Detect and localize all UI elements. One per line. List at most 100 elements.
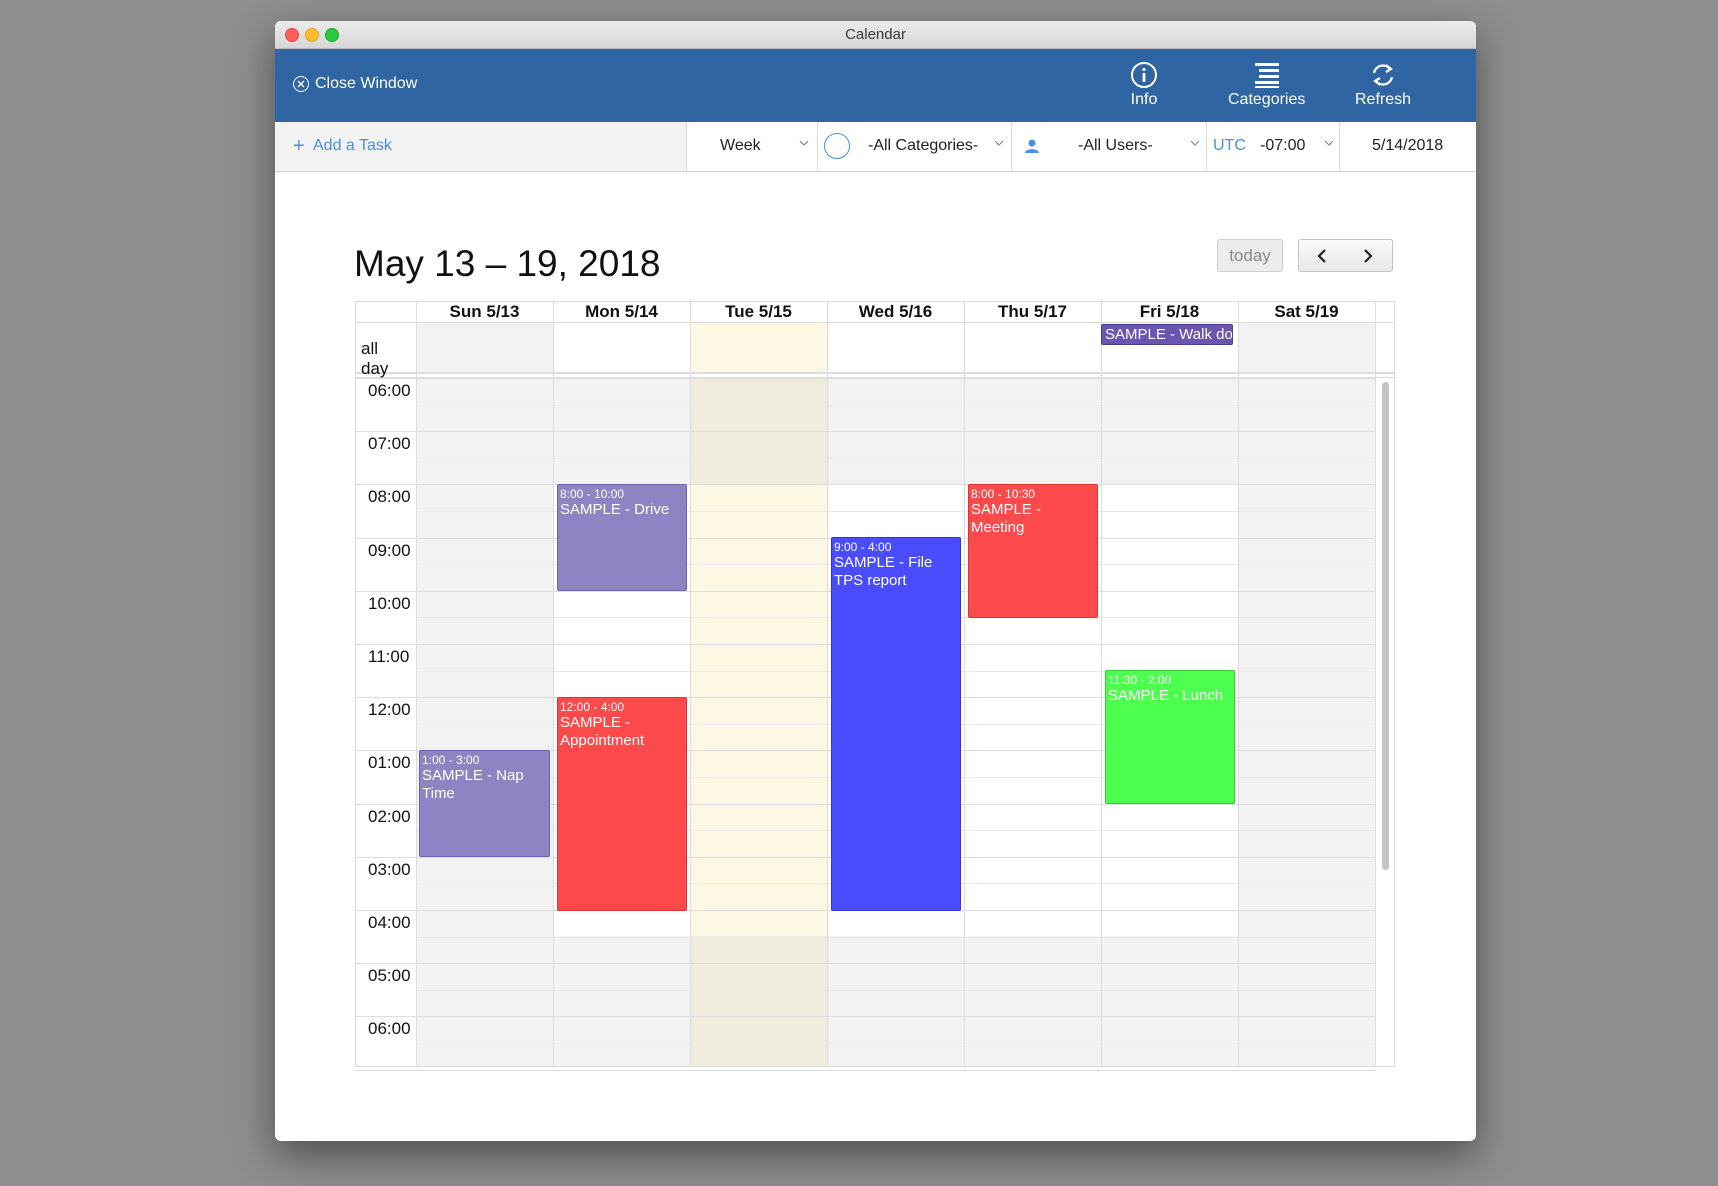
time-label: 10:00	[368, 594, 411, 613]
hour-line	[355, 1070, 1376, 1071]
hour-line	[355, 378, 1376, 379]
app-toolbar: Close Window Info Categories Refresh	[275, 49, 1476, 122]
category-color-icon	[824, 133, 850, 159]
event-title: SAMPLE - Appointment	[560, 714, 645, 749]
time-label: 11:00	[368, 647, 410, 666]
view-select-value: Week	[720, 137, 761, 154]
event-time: 11:30 - 2:00	[1108, 673, 1172, 687]
utc-offset-value: -07:00	[1260, 137, 1306, 154]
event-title: SAMPLE - Nap Time	[422, 767, 524, 802]
event-nap-time[interactable]: 1:00 - 3:00 SAMPLE - Nap Time	[419, 750, 550, 857]
chevron-down-icon	[1190, 140, 1200, 146]
user-icon	[1025, 139, 1039, 153]
day-divider	[553, 301, 554, 1067]
title-bar: Calendar	[275, 21, 1476, 49]
calendar-title: May 13 – 19, 2018	[354, 243, 661, 284]
refresh-button[interactable]: Refresh	[1355, 61, 1411, 109]
event-time: 1:00 - 3:00	[422, 753, 480, 767]
view-select[interactable]: Week	[686, 122, 817, 171]
half-hour-line	[416, 937, 1376, 938]
half-hour-line	[416, 458, 1376, 459]
allday-event[interactable]: SAMPLE - Walk dog	[1101, 324, 1233, 345]
time-label: 03:00	[368, 860, 411, 879]
chevron-down-icon	[1324, 140, 1334, 146]
day-header-fri: Fri 5/18	[1139, 302, 1200, 321]
event-drive[interactable]: 8:00 - 10:00 SAMPLE - Drive	[557, 484, 687, 591]
hour-line	[355, 963, 1376, 964]
event-title: SAMPLE - File TPS report	[834, 554, 933, 589]
info-label: Info	[1130, 91, 1158, 108]
event-time: 8:00 - 10:30	[971, 487, 1036, 501]
utc-label: UTC	[1213, 137, 1246, 154]
info-icon	[1131, 62, 1157, 88]
time-label: 06:00	[368, 381, 411, 400]
users-select[interactable]: -All Users-	[1011, 122, 1206, 171]
refresh-label: Refresh	[1355, 91, 1412, 108]
hour-line	[355, 484, 1376, 485]
time-label: 12:00	[368, 700, 411, 719]
chevron-down-icon	[994, 140, 1004, 146]
scrollbar-thumb[interactable]	[1382, 382, 1389, 870]
half-hour-line	[416, 405, 1376, 406]
day-divider	[964, 301, 965, 1067]
day-divider	[827, 301, 828, 1067]
event-meeting[interactable]: 8:00 - 10:30 SAMPLE - Meeting	[968, 484, 1098, 618]
previous-week-button[interactable]	[1298, 239, 1346, 272]
plus-icon: +	[293, 135, 305, 157]
day-divider	[1375, 301, 1376, 1067]
close-window-button[interactable]: Close Window	[293, 75, 417, 93]
categories-label: Categories	[1228, 91, 1306, 108]
date-field-value: 5/14/2018	[1372, 137, 1444, 154]
today-button[interactable]: today	[1217, 239, 1283, 272]
time-label: 02:00	[368, 807, 411, 826]
header-divider	[355, 322, 1395, 323]
day-divider	[1101, 301, 1102, 1067]
event-tps-report[interactable]: 9:00 - 4:00 SAMPLE - File TPS report	[831, 537, 961, 911]
refresh-icon	[1372, 64, 1394, 86]
chevron-left-icon	[1317, 249, 1326, 263]
day-header-mon: Mon 5/14	[585, 302, 658, 321]
time-label: 01:00	[368, 753, 411, 772]
event-title: SAMPLE - Lunch	[1108, 687, 1224, 704]
category-select-value: -All Categories-	[868, 137, 979, 154]
add-task-button[interactable]: + Add a Task	[275, 122, 686, 171]
time-label: 06:00	[368, 1019, 411, 1038]
half-hour-line	[416, 990, 1376, 991]
category-select[interactable]: -All Categories-	[817, 122, 1011, 171]
event-title: SAMPLE - Drive	[560, 501, 670, 518]
categories-icon	[1254, 63, 1279, 88]
time-label: 09:00	[368, 541, 411, 560]
hour-line	[355, 431, 1376, 432]
categories-button[interactable]: Categories	[1228, 61, 1305, 109]
event-time: 12:00 - 4:00	[560, 700, 625, 714]
event-title: SAMPLE - Meeting	[971, 501, 1042, 536]
chevron-down-icon	[799, 140, 809, 146]
day-divider	[690, 301, 691, 1067]
time-label: 08:00	[368, 487, 411, 506]
next-week-button[interactable]	[1345, 239, 1393, 272]
timezone-select[interactable]: UTC -07:00	[1206, 122, 1339, 171]
date-field[interactable]: 5/14/2018	[1339, 122, 1476, 171]
users-select-value: -All Users-	[1078, 137, 1153, 154]
day-header-tue: Tue 5/15	[725, 302, 792, 321]
event-time: 9:00 - 4:00	[834, 540, 892, 554]
allday-label: all day	[361, 339, 389, 378]
day-header-sat: Sat 5/19	[1274, 302, 1339, 321]
event-lunch[interactable]: 11:30 - 2:00 SAMPLE - Lunch	[1105, 670, 1235, 804]
filter-bar: + Add a Task Week -All Categories- -All …	[275, 122, 1476, 172]
event-time: 8:00 - 10:00	[560, 487, 625, 501]
hour-line	[355, 1016, 1376, 1017]
day-header-sun: Sun 5/13	[449, 302, 520, 321]
event-appointment[interactable]: 12:00 - 4:00 SAMPLE - Appointment	[557, 697, 687, 911]
grid-scrollbar[interactable]	[1380, 382, 1390, 870]
chevron-right-icon	[1364, 249, 1373, 263]
close-circle-icon	[293, 76, 309, 92]
info-button[interactable]: Info	[1130, 61, 1158, 109]
day-divider	[416, 301, 417, 1067]
half-hour-line	[416, 1043, 1376, 1044]
window-title: Calendar	[845, 26, 906, 43]
close-window-label: Close Window	[315, 75, 418, 92]
time-label: 05:00	[368, 966, 411, 985]
day-header-wed: Wed 5/16	[858, 302, 933, 321]
time-label: 04:00	[368, 913, 411, 932]
